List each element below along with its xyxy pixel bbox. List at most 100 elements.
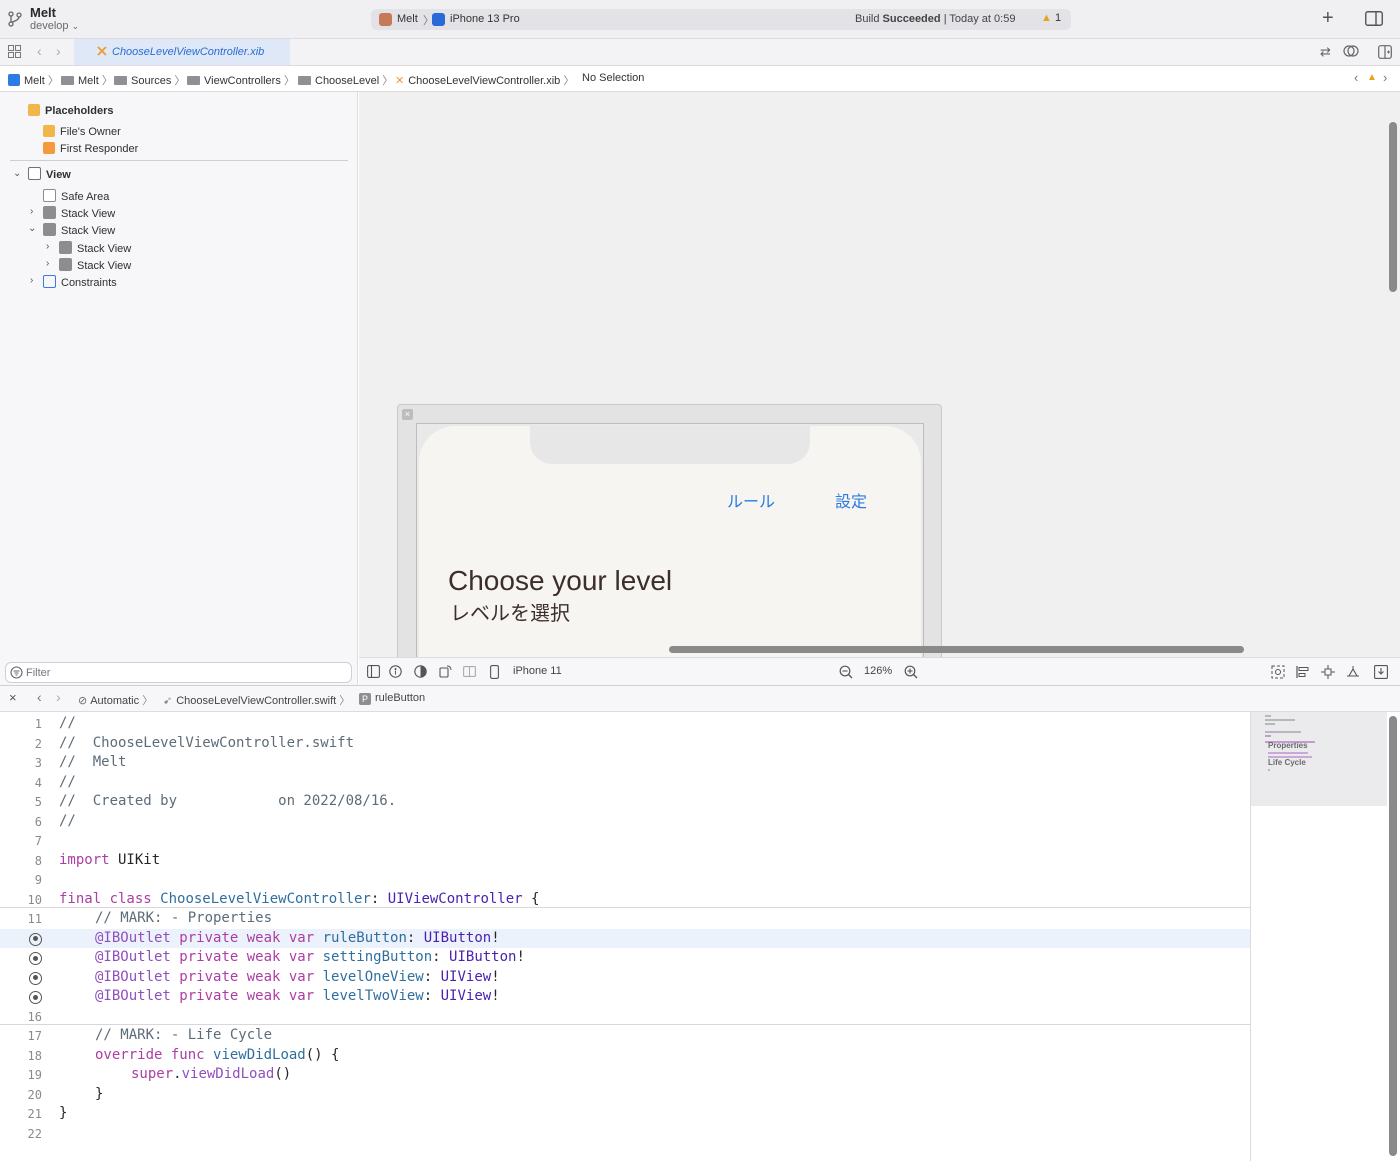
outline-safe-area[interactable]: Safe Area — [43, 189, 109, 203]
add-constraints-icon[interactable] — [1321, 665, 1335, 679]
issue-prev-icon[interactable]: ‹ — [1354, 70, 1358, 85]
code-line[interactable]: 22 — [0, 1124, 1250, 1144]
orientation-icon[interactable] — [439, 665, 452, 678]
minimap-visible-region[interactable]: Properties Life Cycle — [1251, 712, 1387, 806]
add-library-button[interactable]: + — [1322, 8, 1334, 28]
code-line[interactable]: 7 — [0, 831, 1250, 851]
minimap-mark-properties[interactable]: Properties — [1268, 741, 1308, 750]
device-icon[interactable] — [490, 665, 499, 679]
canvas-vertical-scrollbar[interactable] — [1389, 122, 1397, 292]
minimap-mark-life-cycle[interactable]: Life Cycle — [1268, 758, 1306, 767]
tab-choose-level-xib[interactable]: ChooseLevelViewController.xib — [74, 39, 290, 65]
disclosure-closed-icon[interactable]: › — [30, 275, 33, 286]
disclosure-open-icon[interactable]: ⌄ — [13, 168, 21, 179]
issue-next-icon[interactable]: › — [1383, 70, 1387, 85]
zoom-in-icon[interactable] — [904, 665, 918, 679]
device-screen[interactable]: ルール 設定 Choose your level レベルを選択 — [419, 426, 921, 657]
choose-level-title[interactable]: Choose your level — [448, 565, 672, 597]
back-icon[interactable]: ‹ — [37, 43, 42, 59]
device-configuration-selector[interactable]: iPhone 11 — [513, 665, 562, 677]
disclosure-open-icon[interactable]: ⌄ — [28, 223, 36, 234]
outline-placeholders[interactable]: Placeholders — [28, 104, 113, 117]
code-line[interactable]: 1 // — [0, 714, 1250, 734]
editor-crumb-symbol[interactable]: PruleButton — [359, 692, 425, 705]
jump-crumb-chooselevel[interactable]: ChooseLevel 〉 — [298, 72, 393, 88]
outline-first-responder[interactable]: First Responder — [43, 142, 138, 155]
embed-in-icon[interactable] — [1374, 665, 1388, 679]
outline-view[interactable]: View — [28, 167, 71, 181]
choose-level-subtitle[interactable]: レベルを選択 — [450, 597, 570, 626]
minimap[interactable]: Properties Life Cycle — [1250, 712, 1400, 1161]
outline-constraints[interactable]: Constraints — [43, 275, 117, 289]
outline-stack-view-2a[interactable]: Stack View — [59, 241, 131, 255]
outline-stack-view-1[interactable]: Stack View — [43, 206, 115, 220]
split-icon[interactable] — [463, 665, 476, 678]
back-icon[interactable]: ‹ — [37, 689, 42, 705]
outline-files-owner[interactable]: File's Owner — [43, 125, 121, 138]
close-icon[interactable]: × — [402, 409, 413, 420]
source-control-branch-icon[interactable] — [8, 11, 22, 27]
project-name[interactable]: Melt — [30, 5, 56, 20]
appearance-icon[interactable] — [414, 665, 427, 678]
setting-button[interactable]: 設定 — [835, 488, 867, 512]
canvas-horizontal-scrollbar[interactable] — [669, 646, 1244, 653]
code-line[interactable]: 4 // — [0, 773, 1250, 793]
code-line[interactable]: 5 // Created by on 2022/08/16. — [0, 792, 1250, 812]
code-line-outlet-level-two[interactable]: @IBOutlet private weak var levelTwoView:… — [0, 987, 1250, 1007]
source-editor[interactable]: 1// 2// ChooseLevelViewController.swift … — [0, 712, 1250, 1161]
editor-crumb-automatic[interactable]: ⊘ Automatic 〉 — [78, 692, 153, 708]
jump-crumb-viewcontrollers[interactable]: ViewControllers 〉 — [187, 72, 295, 88]
disclosure-closed-icon[interactable]: › — [46, 241, 49, 252]
code-line[interactable]: 19 super.viewDidLoad() — [0, 1065, 1250, 1085]
warnings-indicator[interactable]: ▲ 1 — [1041, 12, 1061, 24]
rule-button[interactable]: ルール — [727, 488, 775, 512]
outlet-connection-icon[interactable] — [29, 932, 42, 946]
filter-input[interactable] — [26, 665, 346, 681]
scheme-selector[interactable]: Melt — [397, 13, 418, 25]
disclosure-closed-icon[interactable]: › — [30, 206, 33, 217]
swap-icon[interactable]: ⇄ — [1320, 44, 1331, 60]
code-line[interactable]: 18 override func viewDidLoad() { — [0, 1046, 1250, 1066]
resolve-layout-icon[interactable] — [1346, 665, 1360, 679]
outline-stack-view-2b[interactable]: Stack View — [59, 258, 131, 272]
zoom-level[interactable]: 126% — [864, 665, 892, 677]
code-line[interactable]: 21} — [0, 1104, 1250, 1124]
outlet-connection-icon[interactable] — [29, 971, 42, 985]
run-destination-selector[interactable]: iPhone 13 Pro — [450, 13, 520, 25]
editor-vertical-scrollbar[interactable] — [1389, 716, 1397, 1156]
jump-crumb-sources[interactable]: Sources 〉 — [114, 72, 185, 88]
code-line[interactable]: 9 — [0, 870, 1250, 890]
outline-stack-view-2[interactable]: Stack View — [43, 223, 115, 237]
jump-crumb-folder-melt[interactable]: Melt 〉 — [61, 72, 113, 88]
code-line-outlet-setting[interactable]: @IBOutlet private weak var settingButton… — [0, 948, 1250, 968]
align-icon[interactable] — [1296, 665, 1310, 679]
outline-toggle-icon[interactable] — [367, 665, 380, 678]
close-editor-icon[interactable]: × — [9, 690, 17, 705]
review-icon[interactable] — [1343, 44, 1359, 58]
interface-builder-canvas[interactable]: × ルール 設定 Choose your level レベルを選択 — [359, 92, 1400, 657]
inspector-toggle-icon[interactable] — [1365, 11, 1383, 26]
code-line[interactable]: 11 // MARK: - Properties — [0, 909, 1250, 929]
code-line[interactable]: 3 // Melt — [0, 753, 1250, 773]
jump-crumb-selection[interactable]: No Selection — [582, 72, 644, 84]
code-line-outlet-level-one[interactable]: @IBOutlet private weak var levelOneView:… — [0, 968, 1250, 988]
code-line[interactable]: 6 // — [0, 812, 1250, 832]
editor-crumb-swift-file[interactable]: ➹ ChooseLevelViewController.swift 〉 — [163, 692, 350, 708]
add-editor-icon[interactable] — [1378, 45, 1392, 59]
code-line[interactable]: 2 // ChooseLevelViewController.swift — [0, 734, 1250, 754]
code-line[interactable]: 8 import UIKit — [0, 851, 1250, 871]
outlet-connection-icon[interactable] — [29, 952, 42, 965]
forward-icon[interactable]: › — [56, 43, 61, 59]
jump-crumb-project[interactable]: Melt 〉 — [8, 72, 59, 88]
disclosure-closed-icon[interactable]: › — [46, 258, 49, 269]
branch-selector[interactable]: develop ⌄ — [30, 20, 79, 32]
scheme-app-icon[interactable] — [379, 13, 392, 26]
forward-icon[interactable]: › — [56, 689, 61, 705]
code-line[interactable]: 17 // MARK: - Life Cycle — [0, 1026, 1250, 1046]
accessibility-icon[interactable] — [389, 665, 402, 678]
device-simulator-icon[interactable] — [432, 13, 445, 26]
grid-icon[interactable] — [8, 45, 21, 58]
code-line-outlet-rule[interactable]: @IBOutlet private weak var ruleButton: U… — [0, 928, 1250, 948]
code-line[interactable]: 20} — [0, 1085, 1250, 1105]
scene-frame[interactable]: × ルール 設定 Choose your level レベルを選択 — [397, 404, 942, 657]
